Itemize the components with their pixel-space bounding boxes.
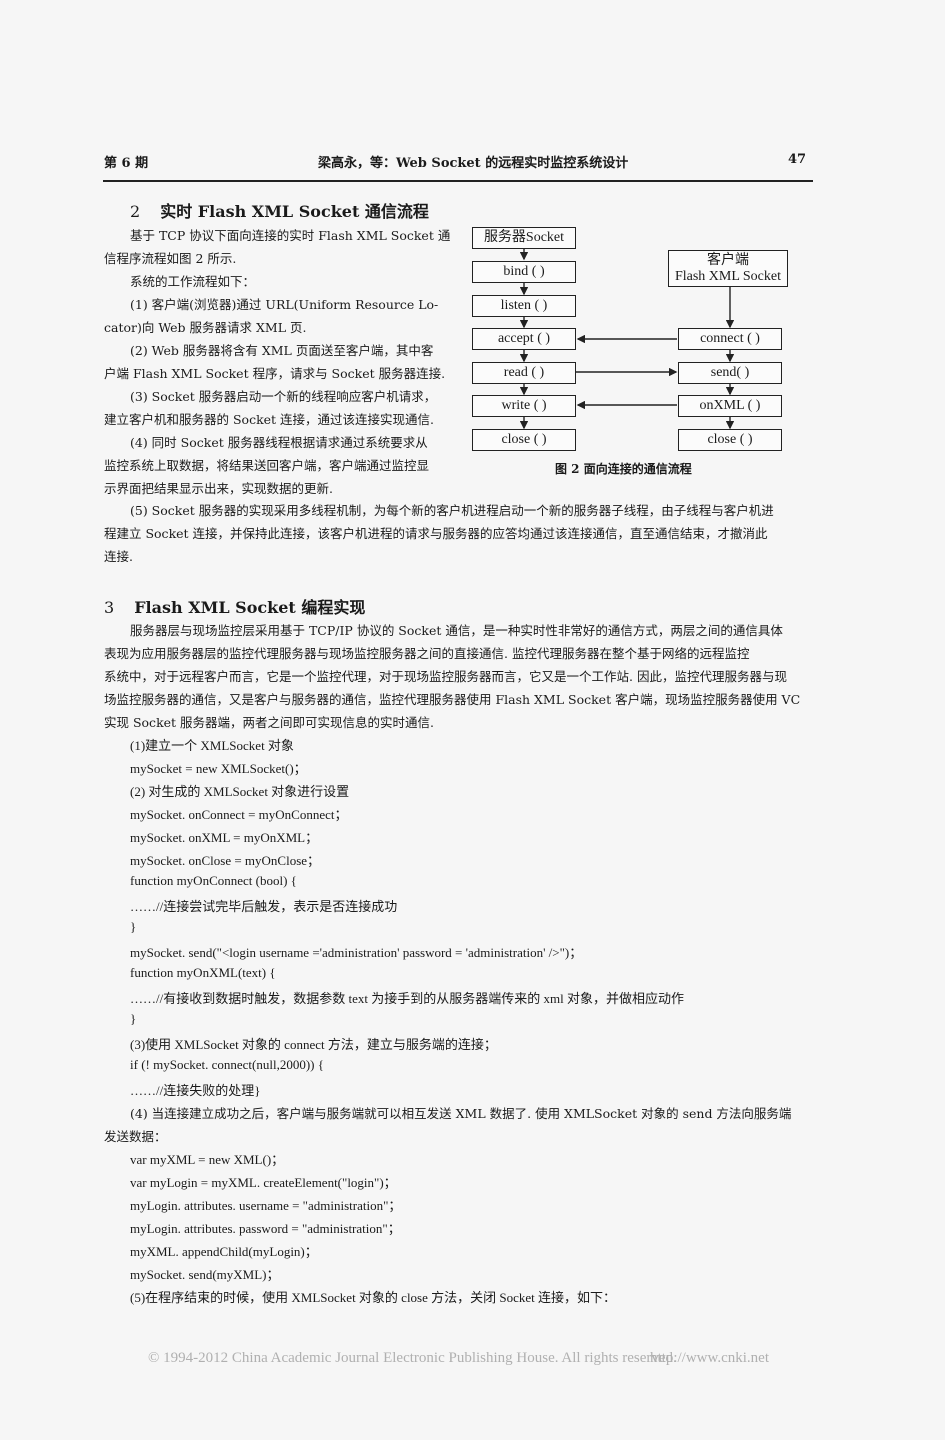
code-line: function myOnConnect (bool) { — [130, 873, 297, 888]
send-box: send( ) — [678, 362, 782, 384]
code-line: myLogin. attributes. username = "adminis… — [130, 1198, 402, 1213]
text-line: (4) 当连接建立成功之后，客户端与服务端就可以相互发送 XML 数据了. 使用… — [130, 1106, 792, 1121]
code-line: if (! mySocket. connect(null,2000)) { — [130, 1057, 324, 1072]
text-line: 示界面把结果显示出来，实现数据的更新. — [104, 481, 333, 496]
onxml-box: onXML ( ) — [678, 395, 782, 417]
code-line: mySocket. send(myXML)； — [130, 1267, 280, 1282]
text-line: 实现 Socket 服务器端，两者之间即可实现信息的实时通信. — [104, 715, 435, 730]
cnki-url[interactable]: http://www.cnki.net — [650, 1350, 769, 1367]
accept-box: accept ( ) — [472, 328, 576, 350]
section-3-heading: 3 Flash XML Socket 编程实现 — [104, 594, 365, 618]
code-line: var myXML = new XML()； — [130, 1152, 285, 1167]
code-line: mySocket = new XMLSocket()； — [130, 761, 307, 776]
code-line: } — [130, 919, 137, 934]
code-line: myLogin. attributes. password = "adminis… — [130, 1221, 401, 1236]
server-socket-box: 服务器Socket — [472, 227, 576, 249]
section-number: 3 — [104, 598, 115, 617]
code-line: function myOnXML(text) { — [130, 965, 276, 980]
text-line: 连接. — [104, 549, 133, 564]
text-line: 场监控服务器的通信，又是客户与服务器的通信，监控代理服务器使用 Flash XM… — [104, 692, 801, 707]
code-line: myXML. appendChild(myLogin)； — [130, 1244, 318, 1259]
code-line: mySocket. onConnect = myOnConnect； — [130, 807, 348, 822]
text-line: 服务器层与现场监控层采用基于 TCP/IP 协议的 Socket 通信，是一种实… — [130, 623, 783, 638]
code-line: ……//连接尝试完毕后触发，表示是否连接成功 — [130, 899, 398, 914]
code-line: mySocket. onXML = myOnXML； — [130, 830, 319, 845]
figure-caption: 图 2 面向连接的通信流程 — [555, 462, 692, 476]
code-line: mySocket. onClose = myOnClose； — [130, 853, 321, 868]
bind-box: bind ( ) — [472, 261, 576, 283]
read-box: read ( ) — [472, 362, 576, 384]
code-line: (1)建立一个 XMLSocket 对象 — [130, 738, 294, 753]
write-box: write ( ) — [472, 395, 576, 417]
section-title: Flash XML Socket 编程实现 — [134, 598, 366, 617]
code-line: (2) 对生成的 XMLSocket 对象进行设置 — [130, 784, 350, 799]
code-line: (3)使用 XMLSocket 对象的 connect 方法，建立与服务端的连接… — [130, 1037, 497, 1052]
code-line: mySocket. send("<login username ='admini… — [130, 945, 583, 960]
paper-page: 第 6 期 梁高永，等：Web Socket 的远程实时监控系统设计 47 2实… — [0, 0, 945, 1440]
text-line: 表现为应用服务器层的监控代理服务器与现场监控服务器之间的直接通信. 监控代理服务… — [104, 646, 750, 661]
text-line: 系统中，对于远程客户而言，它是一个监控代理，对于现场监控服务器而言，它又是一个工… — [104, 669, 787, 684]
server-close-box: close ( ) — [472, 429, 576, 451]
code-line: ……//连接失败的处理} — [130, 1083, 261, 1098]
client-close-box: close ( ) — [678, 429, 782, 451]
code-line: (5)在程序结束的时候，使用 XMLSocket 对象的 close 方法，关闭… — [130, 1290, 617, 1305]
copyright-notice: © 1994-2012 China Academic Journal Elect… — [148, 1350, 677, 1366]
code-line: ……//有接收到数据时触发，数据参数 text 为接手到的从服务器端传来的 xm… — [130, 991, 684, 1006]
client-socket-box: 客户端 Flash XML Socket — [668, 250, 788, 287]
listen-box: listen ( ) — [472, 295, 576, 317]
text-line: 程建立 Socket 连接，并保持此连接，该客户机进程的请求与服务器的应答均通过… — [104, 526, 768, 541]
code-line: var myLogin = myXML. createElement("logi… — [130, 1175, 397, 1190]
code-line: } — [130, 1011, 137, 1026]
text-line: 发送数据： — [104, 1129, 167, 1144]
text-line: (5) Socket 服务器的实现采用多线程机制，为每个新的客户机进程启动一个新… — [130, 503, 774, 518]
connect-box: connect ( ) — [678, 328, 782, 350]
client-title-line1: 客户端 — [707, 253, 749, 269]
client-title-line2: Flash XML Socket — [674, 268, 782, 284]
